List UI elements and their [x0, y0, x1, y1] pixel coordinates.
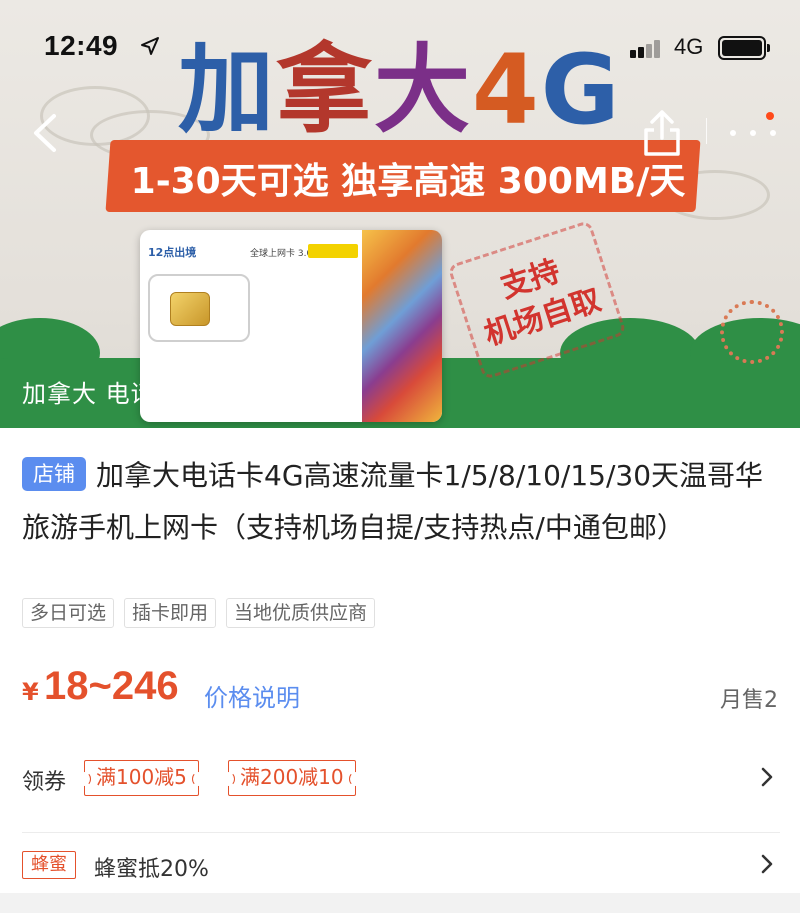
- honey-row[interactable]: 蜂蜜 蜂蜜抵20%: [22, 832, 780, 892]
- coupon-chip[interactable]: 满200减10: [223, 760, 361, 796]
- notification-dot: [766, 112, 774, 120]
- city-skyline-illustration: [362, 230, 442, 422]
- currency-symbol: ¥: [22, 678, 39, 706]
- product-title: 加拿大电话卡4G高速流量卡1/5/8/10/15/30天温哥华旅游手机上网卡（支…: [22, 459, 764, 544]
- sim-logo: 12点出境: [148, 246, 197, 259]
- status-bar: 12:49 4G: [0, 0, 800, 90]
- monthly-sales: 月售2: [720, 688, 778, 713]
- bottom-separator: [0, 893, 800, 913]
- product-tags: 多日可选 插卡即用 当地优质供应商: [22, 598, 376, 628]
- coupon-label: 领券: [22, 770, 67, 795]
- price-explain-link[interactable]: 价格说明: [204, 678, 300, 713]
- back-icon[interactable]: [22, 108, 72, 158]
- flower-decoration: [720, 300, 784, 364]
- honey-text: 蜂蜜抵20%: [94, 857, 209, 882]
- honey-badge: 蜂蜜: [22, 851, 76, 879]
- sim-subtitle: 全球上网卡 3.0: [250, 249, 313, 259]
- sim-chip-icon: [170, 292, 210, 326]
- network-type: 4G: [674, 34, 704, 59]
- coupon-row[interactable]: 领券 满100减5 满200减10: [22, 746, 780, 806]
- share-icon[interactable]: [640, 108, 684, 158]
- price-row: ¥ 18~246 价格说明 月售2: [22, 664, 782, 720]
- chevron-right-icon: [761, 767, 773, 787]
- hero-banner-text: 1-30天可选 独享高速 300MB/天: [130, 161, 686, 202]
- location-arrow-icon: [141, 37, 159, 55]
- product-tag: 插卡即用: [124, 598, 217, 628]
- sim-card-illustration: 12点出境 全球上网卡 3.0: [140, 230, 442, 422]
- product-title-block: 店铺 加拿大电话卡4G高速流量卡1/5/8/10/15/30天温哥华旅游手机上网卡…: [22, 450, 782, 554]
- sim-tag: [308, 244, 358, 258]
- hero-caption: 加拿大 电话: [22, 380, 156, 408]
- more-icon[interactable]: [726, 116, 786, 146]
- chevron-right-icon: [761, 854, 773, 874]
- status-time: 12:49: [44, 30, 119, 61]
- nav-divider: [706, 118, 707, 144]
- signal-icon: [630, 38, 666, 58]
- product-tag: 多日可选: [22, 598, 115, 628]
- shop-badge: 店铺: [22, 457, 86, 491]
- battery-icon: [718, 36, 770, 60]
- price-range: 18~246: [44, 664, 179, 708]
- coupon-chip[interactable]: 满100减5: [79, 760, 204, 796]
- product-tag: 当地优质供应商: [226, 598, 376, 628]
